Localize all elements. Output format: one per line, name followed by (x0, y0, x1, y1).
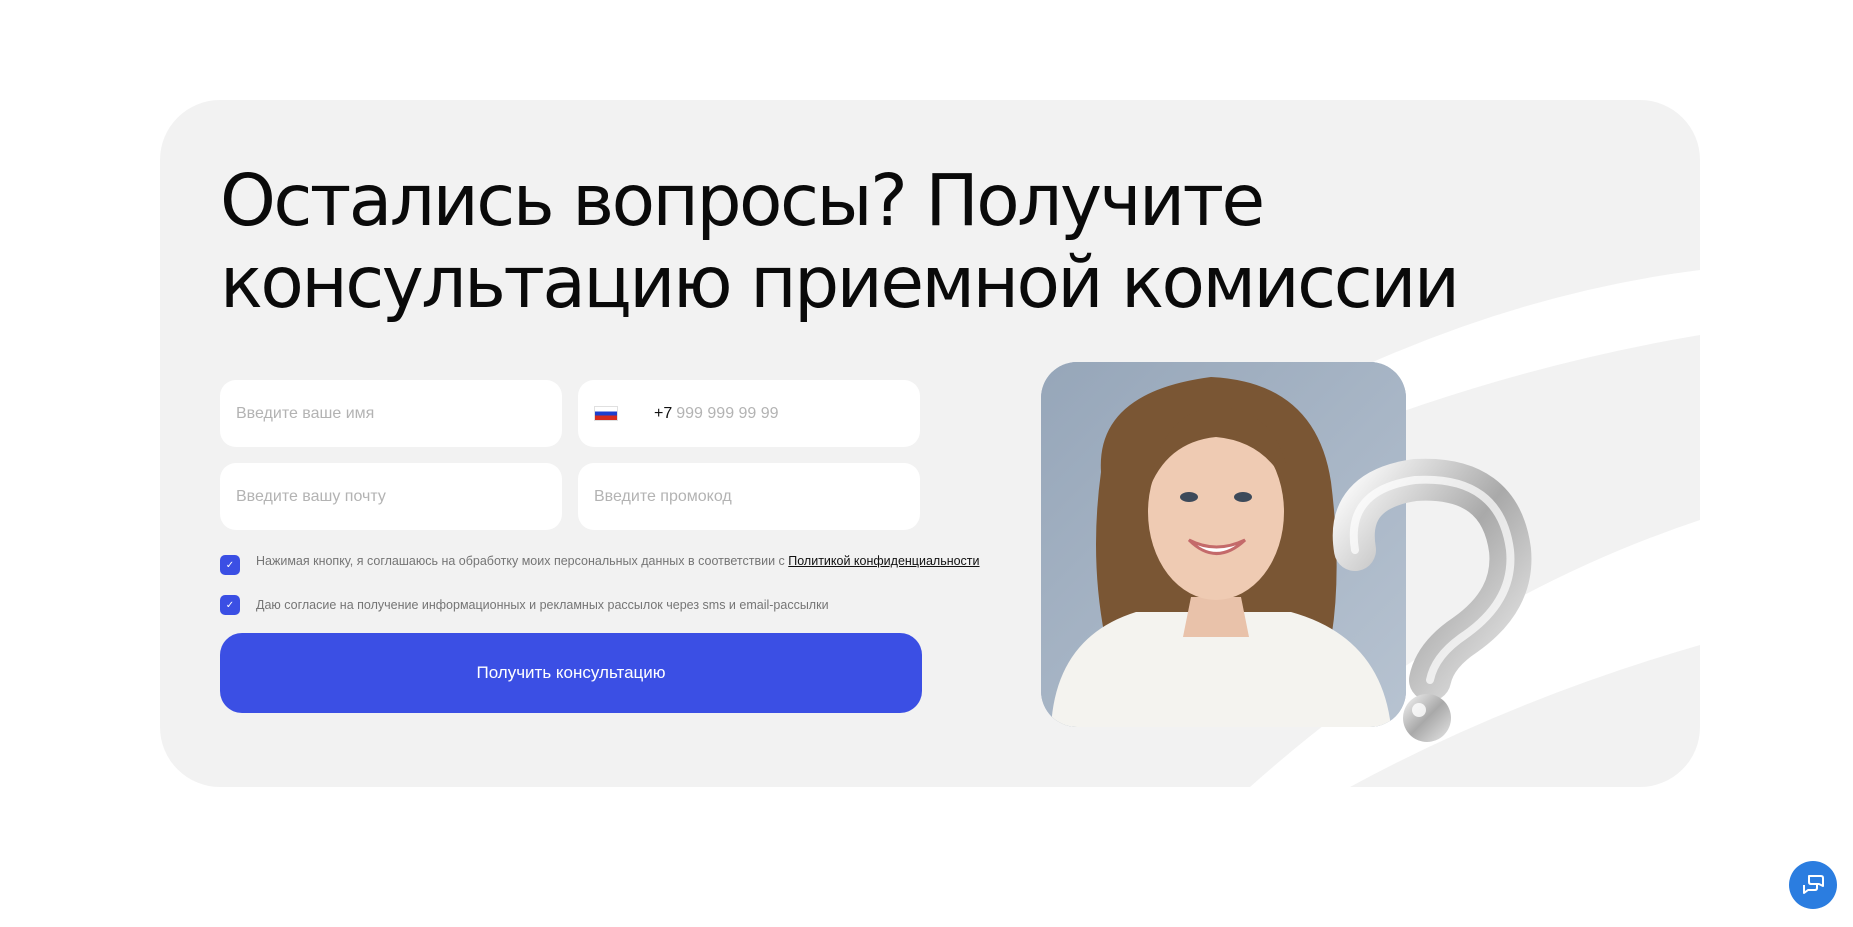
consent-personal-checkbox[interactable]: ✓ (220, 555, 240, 575)
section-title: Остались вопросы? Получите консультацию … (220, 159, 1460, 324)
phone-prefix: +7 (654, 404, 673, 422)
consent-personal-text: Нажимая кнопку, я соглашаюсь на обработк… (256, 554, 785, 568)
privacy-policy-link[interactable]: Политикой конфиденциальности (788, 554, 979, 568)
consent-personal-label: Нажимая кнопку, я соглашаюсь на обработк… (256, 554, 980, 568)
email-placeholder: Введите вашу почту (236, 487, 386, 505)
consent-personal-data: ✓ Нажимая кнопку, я соглашаюсь на обрабо… (220, 554, 980, 575)
consent-mailing: ✓ Даю согласие на получение информационн… (220, 595, 829, 615)
name-placeholder: Введите ваше имя (236, 404, 375, 422)
consultation-card: Остались вопросы? Получите консультацию … (160, 100, 1700, 787)
chat-button[interactable] (1789, 861, 1837, 909)
checkmark-icon: ✓ (225, 599, 235, 611)
name-field[interactable]: Введите ваше имя (220, 380, 562, 447)
checkmark-icon: ✓ (225, 559, 235, 571)
email-field[interactable]: Введите вашу почту (220, 463, 562, 530)
promo-placeholder: Введите промокод (594, 487, 732, 505)
chat-icon (1803, 875, 1824, 894)
consent-mailing-text: Даю согласие на получение информационных… (256, 598, 829, 612)
consent-mailing-checkbox[interactable]: ✓ (220, 595, 240, 615)
question-mark-3d (1332, 458, 1532, 742)
russia-flag-icon[interactable] (594, 406, 618, 421)
phone-field[interactable]: +7 999 999 99 99 (578, 380, 920, 447)
submit-button[interactable]: Получить консультацию (220, 633, 922, 713)
promo-code-field[interactable]: Введите промокод (578, 463, 920, 530)
phone-placeholder: 999 999 99 99 (676, 404, 779, 422)
